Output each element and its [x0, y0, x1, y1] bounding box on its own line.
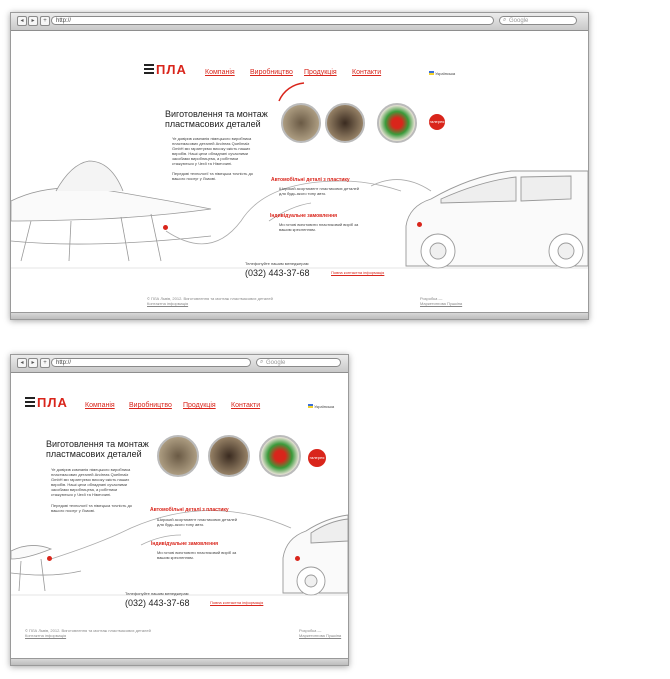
page-content: ПЛА Компанія Виробництво Продукція Конта…	[11, 31, 588, 313]
ufo-marker-dot	[163, 225, 168, 230]
feature-car-parts-title[interactable]: Автомобільні деталі з пластику	[150, 507, 229, 513]
headline: Виготовлення та монтаж пластмасових дета…	[165, 109, 268, 129]
footer-dev-link[interactable]: Маркетингова Пушкiна	[420, 301, 462, 306]
url-text: http://	[56, 18, 72, 24]
search-field[interactable]: ⌕ Google	[499, 16, 577, 25]
footer-contacts-link[interactable]: Контактна інформація	[147, 301, 188, 306]
back-button[interactable]: ◂	[17, 16, 27, 26]
feature-custom-title[interactable]: Індивідуальне замовлення	[270, 213, 337, 219]
product-photo-1[interactable]	[157, 435, 199, 477]
nav-contacts[interactable]: Контакти	[352, 69, 381, 76]
page-content: ПЛА Компанія Виробництво Продукція Конта…	[11, 373, 348, 659]
car-marker-dot	[417, 222, 422, 227]
car-drawing	[282, 514, 348, 596]
forward-button[interactable]: ▸	[28, 16, 38, 26]
ufo-marker-dot	[47, 556, 52, 561]
phone-label: Телефонуйте нашим менеджерам	[245, 261, 309, 266]
illustration-layer	[11, 444, 348, 596]
search-icon: ⌕	[503, 17, 507, 23]
contact-info-link[interactable]: Повна контактна інформація	[331, 270, 384, 275]
logo-text: ПЛА	[37, 395, 68, 410]
product-photo-1[interactable]	[281, 103, 321, 143]
flag-ua-icon	[308, 404, 313, 408]
car-marker-dot	[295, 556, 300, 561]
logo[interactable]: ПЛА	[25, 395, 68, 413]
car-drawing	[405, 170, 588, 269]
nav-production[interactable]: Виробництво	[250, 69, 293, 76]
headline: Виготовлення та монтаж пластмасових дета…	[46, 439, 149, 459]
feature-custom-text: Ми готові виготовити пластиковий виріб з…	[157, 550, 237, 560]
footer-contacts-link[interactable]: Контактна інформація	[25, 633, 66, 638]
nav-products[interactable]: Продукція	[183, 402, 216, 409]
browser-statusbar	[11, 312, 588, 319]
search-field[interactable]: ⌕ Google	[256, 358, 341, 367]
product-photo-2[interactable]	[208, 435, 250, 477]
gallery-badge-label: галерея	[429, 119, 445, 124]
browser-window-small: ◂ ▸ + http:// ⌕ Google ПЛА Компанія Виро…	[10, 354, 349, 666]
gallery-badge[interactable]: галерея	[308, 449, 326, 467]
feature-car-parts-text: Широкий асортимент пластикових деталей д…	[157, 517, 238, 527]
nav-products[interactable]: Продукція	[304, 69, 337, 76]
gallery-badge[interactable]: галерея	[429, 114, 445, 130]
phone-number[interactable]: (032) 443-37-68	[245, 268, 310, 278]
new-tab-button[interactable]: +	[40, 16, 50, 26]
product-photo-2[interactable]	[325, 103, 365, 143]
language-label: Українська	[435, 71, 456, 76]
browser-window-large: ◂ ▸ + http:// ⌕ Google ПЛА Компанія Виро…	[10, 12, 589, 320]
logo-mark-icon	[25, 397, 35, 409]
gallery-badge-label: галерея	[309, 455, 325, 460]
search-placeholder: Google	[509, 18, 529, 24]
language-label: Українська	[314, 404, 335, 409]
nav-company[interactable]: Компанія	[85, 402, 115, 409]
language-switch[interactable]: Українська	[308, 404, 334, 409]
intro-text: Ye довірив компанія німецького виробника…	[51, 467, 131, 497]
logo[interactable]: ПЛА	[144, 62, 187, 80]
nav-production[interactable]: Виробництво	[129, 402, 172, 409]
browser-toolbar: ◂ ▸ + http:// ⌕ Google	[11, 355, 348, 373]
footer-dev-link[interactable]: Маркетингова Пушкiна	[299, 633, 341, 638]
nav-company[interactable]: Компанія	[205, 69, 235, 76]
language-switch[interactable]: Українська	[429, 71, 455, 76]
feature-custom-title[interactable]: Індивідуальне замовлення	[151, 541, 218, 547]
phone-label: Телефонуйте нашим менеджерам	[125, 591, 189, 596]
browser-statusbar	[11, 658, 348, 665]
feature-custom-text: Ми готові виготовити пластиковий виріб з…	[279, 222, 359, 232]
product-photo-3[interactable]	[259, 435, 301, 477]
browser-toolbar: ◂ ▸ + http:// ⌕ Google	[11, 13, 588, 31]
search-placeholder: Google	[266, 360, 286, 366]
address-bar[interactable]: http://	[51, 358, 251, 367]
search-icon: ⌕	[260, 359, 264, 365]
feature-car-parts-title[interactable]: Автомобільні деталі з пластику	[271, 177, 350, 183]
contact-info-link[interactable]: Повна контактна інформація	[210, 600, 263, 605]
phone-number[interactable]: (032) 443-37-68	[125, 598, 190, 608]
url-text: http://	[56, 360, 72, 366]
address-bar[interactable]: http://	[51, 16, 494, 25]
nav-contacts[interactable]: Контакти	[231, 402, 260, 409]
product-photo-3[interactable]	[377, 103, 417, 143]
intro-text-2: Передові технології та німецька точність…	[51, 503, 133, 513]
logo-text: ПЛА	[156, 62, 187, 77]
back-button[interactable]: ◂	[17, 358, 27, 368]
intro-text-2: Передові технології та німецька точність…	[172, 171, 254, 181]
feature-car-parts-text: Широкий асортимент пластикових деталей д…	[279, 186, 360, 196]
forward-button[interactable]: ▸	[28, 358, 38, 368]
logo-mark-icon	[144, 64, 154, 76]
flag-ua-icon	[429, 71, 434, 75]
new-tab-button[interactable]: +	[40, 358, 50, 368]
intro-text: Ye довірив компанія німецького виробника…	[172, 136, 252, 166]
